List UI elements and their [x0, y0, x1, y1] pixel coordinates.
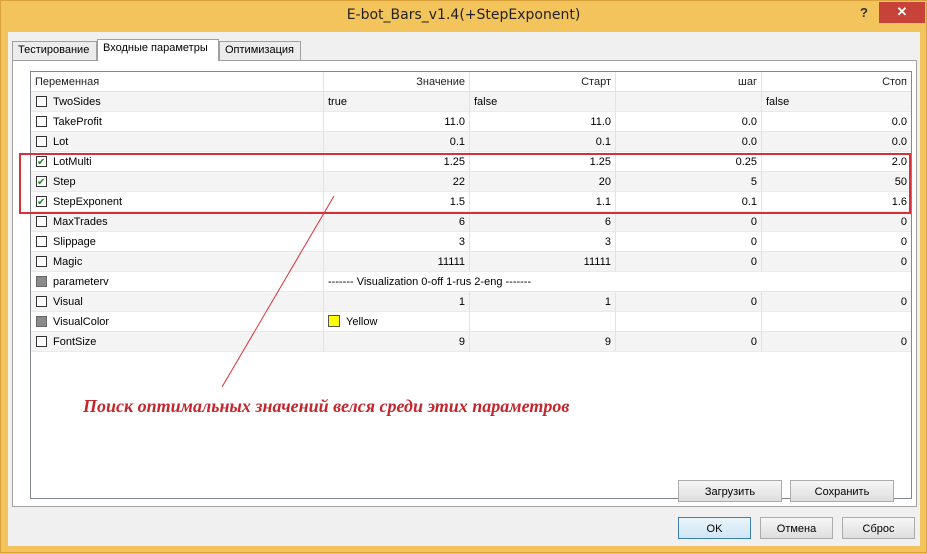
annotation-text: Поиск оптимальных значений велся среди э…: [83, 396, 570, 416]
annotation-arrow-line: [221, 195, 335, 388]
tab-input-parameters[interactable]: Входные параметры: [97, 39, 219, 61]
dialog-window: E-bot_Bars_v1.4(+StepExponent) ? ✕ Тести…: [0, 0, 927, 553]
